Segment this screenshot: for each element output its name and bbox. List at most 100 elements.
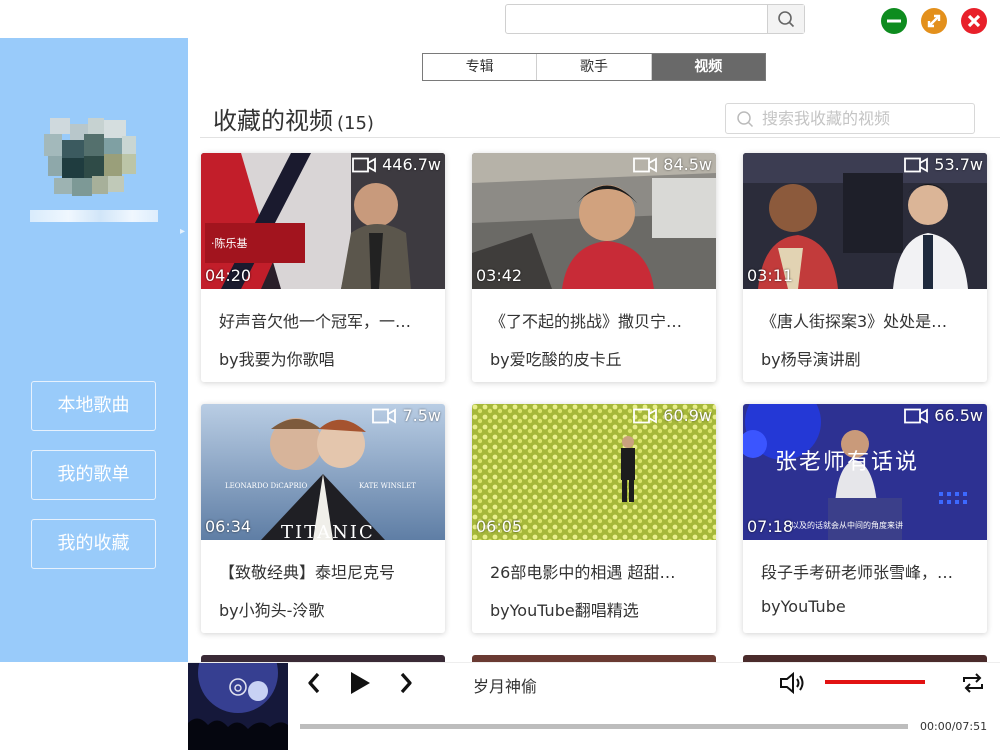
minimize-button[interactable]	[881, 8, 907, 34]
video-camera-icon	[633, 407, 658, 424]
actor-name-right: KATE WINSLET	[359, 482, 416, 490]
video-thumbnail[interactable]: 60.9w 06:05	[472, 404, 716, 540]
video-title[interactable]: 段子手考研老师张雪峰，…	[761, 559, 973, 583]
thumbnail-caption: ·陈乐基	[211, 237, 248, 250]
video-card[interactable]: 60.9w 06:05 26部电影中的相遇 超甜… byYouTube翻唱精选	[472, 404, 716, 633]
page-title: 收藏的视频 (15)	[213, 101, 374, 136]
repeat-button[interactable]	[958, 669, 988, 697]
video-author[interactable]: by爱吃酸的皮卡丘	[490, 346, 622, 370]
video-duration: 06:34	[205, 517, 252, 536]
sidebar: ▸ 本地歌曲 我的歌单 我的收藏	[0, 38, 188, 662]
video-card[interactable]: ·陈乐基 446.7w 04:20 好声音欠他一个冠军，一… by我要为你歌唱	[201, 153, 445, 382]
divider	[200, 137, 1000, 138]
avatar[interactable]	[44, 118, 136, 218]
volume-slider[interactable]	[825, 680, 925, 684]
tab-artists[interactable]: 歌手	[537, 54, 652, 80]
view-count-text: 7.5w	[402, 406, 441, 425]
netease-logo-icon	[229, 678, 247, 696]
view-count: 60.9w	[633, 406, 712, 425]
next-button[interactable]	[394, 669, 418, 697]
view-count-text: 60.9w	[663, 406, 712, 425]
video-duration: 04:20	[205, 266, 252, 285]
expand-arrow-icon[interactable]: ▸	[180, 226, 185, 237]
play-button[interactable]	[346, 669, 374, 697]
maximize-button[interactable]	[921, 8, 947, 34]
video-title[interactable]: 《了不起的挑战》撒贝宁…	[490, 308, 702, 332]
tab-albums[interactable]: 专辑	[423, 54, 538, 80]
nav-my-favorites[interactable]: 我的收藏	[31, 519, 156, 569]
video-count: (15)	[337, 113, 374, 134]
video-camera-icon	[904, 407, 929, 424]
video-thumbnail[interactable]: ·陈乐基 446.7w 04:20	[201, 153, 445, 289]
play-icon	[351, 672, 370, 694]
video-title[interactable]: 《唐人街探案3》处处是…	[761, 308, 973, 332]
video-author[interactable]: by小狗头-泠歌	[219, 597, 324, 621]
close-button[interactable]	[961, 8, 987, 34]
view-count-text: 84.5w	[663, 155, 712, 174]
search-icon	[778, 11, 795, 28]
movie-title-overlay: TITANIC	[281, 522, 375, 540]
search-icon	[737, 110, 754, 127]
view-count: 53.7w	[904, 155, 983, 174]
progress-bar[interactable]	[300, 724, 908, 729]
video-title[interactable]: 【致敬经典】泰坦尼克号	[219, 559, 431, 583]
volume-button[interactable]	[778, 669, 810, 697]
view-count-text: 446.7w	[382, 155, 441, 174]
tab-videos[interactable]: 视频	[651, 54, 765, 80]
maximize-icon	[927, 14, 941, 28]
video-author[interactable]: byYouTube	[761, 597, 846, 616]
video-card[interactable]: 53.7w 03:11 《唐人街探案3》处处是… by杨导演讲剧	[743, 153, 987, 382]
actor-name-left: LEONARDO DiCAPRIO	[225, 482, 308, 490]
video-camera-icon	[372, 407, 397, 424]
favorites-search-input[interactable]	[762, 109, 962, 128]
video-duration: 03:42	[476, 266, 523, 285]
now-playing-title: 岁月神偷	[473, 677, 538, 696]
view-count: 7.5w	[372, 406, 441, 425]
global-search-box	[505, 4, 805, 34]
view-count: 446.7w	[352, 155, 441, 174]
video-thumbnail[interactable]: 84.5w 03:42	[472, 153, 716, 289]
prev-button[interactable]	[302, 669, 326, 697]
minimize-icon	[887, 19, 901, 23]
username-blurred	[30, 210, 158, 222]
view-count-text: 66.5w	[934, 406, 983, 425]
album-cover[interactable]	[188, 663, 288, 750]
video-thumbnail[interactable]: LEONARDO DiCAPRIO KATE WINSLET TITANIC 7…	[201, 404, 445, 540]
video-thumbnail[interactable]: 53.7w 03:11	[743, 153, 987, 289]
volume-icon	[780, 671, 804, 695]
view-count: 84.5w	[633, 155, 712, 174]
show-title-overlay: 张老师有话说	[775, 450, 920, 475]
player-bar: 岁月神偷 00:00/07:51	[188, 662, 1000, 750]
global-search-button[interactable]	[767, 5, 804, 33]
video-card[interactable]: LEONARDO DiCAPRIO KATE WINSLET TITANIC 7…	[201, 404, 445, 633]
repeat-icon	[963, 673, 983, 693]
prev-icon	[308, 672, 320, 694]
playback-time: 00:00/07:51	[920, 720, 988, 733]
video-duration: 07:18	[747, 517, 794, 536]
nav-my-playlists[interactable]: 我的歌单	[31, 450, 156, 500]
video-author[interactable]: by我要为你歌唱	[219, 346, 335, 370]
page-title-text: 收藏的视频	[213, 107, 333, 135]
view-count-text: 53.7w	[934, 155, 983, 174]
close-icon	[967, 14, 981, 28]
video-author[interactable]: by杨导演讲剧	[761, 346, 861, 370]
global-search-input[interactable]	[506, 5, 767, 33]
view-count: 66.5w	[904, 406, 983, 425]
next-icon	[400, 672, 412, 694]
video-camera-icon	[904, 156, 929, 173]
music-app-window: ▸ 本地歌曲 我的歌单 我的收藏 专辑 歌手 视频 收藏的视频 (15) 搜索我…	[0, 0, 1000, 750]
category-tabs: 专辑 歌手 视频	[422, 53, 766, 81]
video-author[interactable]: byYouTube翻唱精选	[490, 597, 639, 621]
favorites-search-box	[725, 103, 975, 134]
subtitle-caption: 以及的话就会从中间的角度来讲	[791, 521, 903, 530]
video-card[interactable]: 张老师有话说 以及的话就会从中间的角度来讲 66.5w 07:18 段子手考研老…	[743, 404, 987, 633]
video-duration: 03:11	[747, 266, 794, 285]
video-camera-icon	[352, 156, 377, 173]
video-thumbnail[interactable]: 张老师有话说 以及的话就会从中间的角度来讲 66.5w 07:18	[743, 404, 987, 540]
video-card[interactable]: 84.5w 03:42 《了不起的挑战》撒贝宁… by爱吃酸的皮卡丘	[472, 153, 716, 382]
video-camera-icon	[633, 156, 658, 173]
video-title[interactable]: 好声音欠他一个冠军，一…	[219, 308, 431, 332]
video-title[interactable]: 26部电影中的相遇 超甜…	[490, 559, 702, 583]
nav-local-songs[interactable]: 本地歌曲	[31, 381, 156, 431]
video-duration: 06:05	[476, 517, 523, 536]
